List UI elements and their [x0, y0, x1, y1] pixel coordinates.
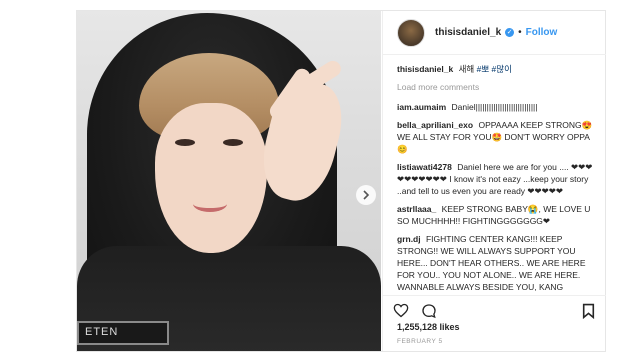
- comment-username[interactable]: listiawati4278: [397, 162, 452, 172]
- comment-item: iam.aumaim Daniel|||||||||||||||||||||||…: [397, 101, 597, 113]
- comment-item: astrllaaa_ KEEP STRONG BABY😭, WE LOVE U …: [397, 203, 597, 227]
- comment-item: listiawati4278 Daniel here we are for yo…: [397, 161, 597, 197]
- avatar[interactable]: [397, 18, 425, 47]
- bookmark-icon[interactable]: [580, 303, 596, 319]
- comment-text: FIGHTING CENTER KANG!!! KEEP STRONG!! WE…: [397, 234, 586, 295]
- post-sidebar: thisisdaniel_k ✓ • Follow thisisdaniel_k…: [382, 11, 606, 351]
- eye-left: [175, 139, 195, 146]
- comment-icon[interactable]: [421, 303, 437, 319]
- instagram-post: ETEN thisisdaniel_k ✓ • Follow thisisdan…: [76, 10, 606, 352]
- mouth-shape: [193, 196, 227, 212]
- load-more-comments-link[interactable]: Load more comments: [397, 81, 597, 93]
- comment-text: Daniel||||||||||||||||||||||||||||: [451, 102, 538, 112]
- comment-username[interactable]: grn.dj: [397, 234, 421, 244]
- post-photo[interactable]: ETEN: [77, 11, 381, 351]
- comment-item: bella_apriliani_exo OPPAAAA KEEP STRONG😍…: [397, 119, 597, 155]
- post-username[interactable]: thisisdaniel_k: [435, 27, 501, 38]
- caption-text: 새해: [458, 64, 475, 74]
- jacket-patch: ETEN: [77, 321, 169, 345]
- verified-badge-icon: ✓: [505, 28, 515, 37]
- comment-username[interactable]: astrllaaa_: [397, 204, 436, 214]
- chevron-right-icon[interactable]: [356, 185, 376, 205]
- comment-item: grn.dj FIGHTING CENTER KANG!!! KEEP STRO…: [397, 233, 597, 295]
- action-bar: [383, 295, 606, 325]
- eye-right: [223, 139, 243, 146]
- comment-username[interactable]: bella_apriliani_exo: [397, 120, 473, 130]
- comment-list[interactable]: thisisdaniel_k 새해 #뽀 #많이 Load more comme…: [397, 63, 597, 295]
- heart-icon[interactable]: [393, 303, 409, 319]
- separator-dot: •: [518, 27, 522, 38]
- like-count[interactable]: 1,255,128 likes: [397, 322, 460, 332]
- post-header: thisisdaniel_k ✓ • Follow: [383, 11, 606, 55]
- caption-hashtags[interactable]: #뽀 #많이: [477, 64, 512, 74]
- caption: thisisdaniel_k 새해 #뽀 #많이: [397, 63, 597, 75]
- caption-username[interactable]: thisisdaniel_k: [397, 64, 453, 74]
- post-date: FEBRUARY 5: [397, 338, 443, 345]
- follow-button[interactable]: Follow: [526, 27, 558, 38]
- comment-username[interactable]: iam.aumaim: [397, 102, 446, 112]
